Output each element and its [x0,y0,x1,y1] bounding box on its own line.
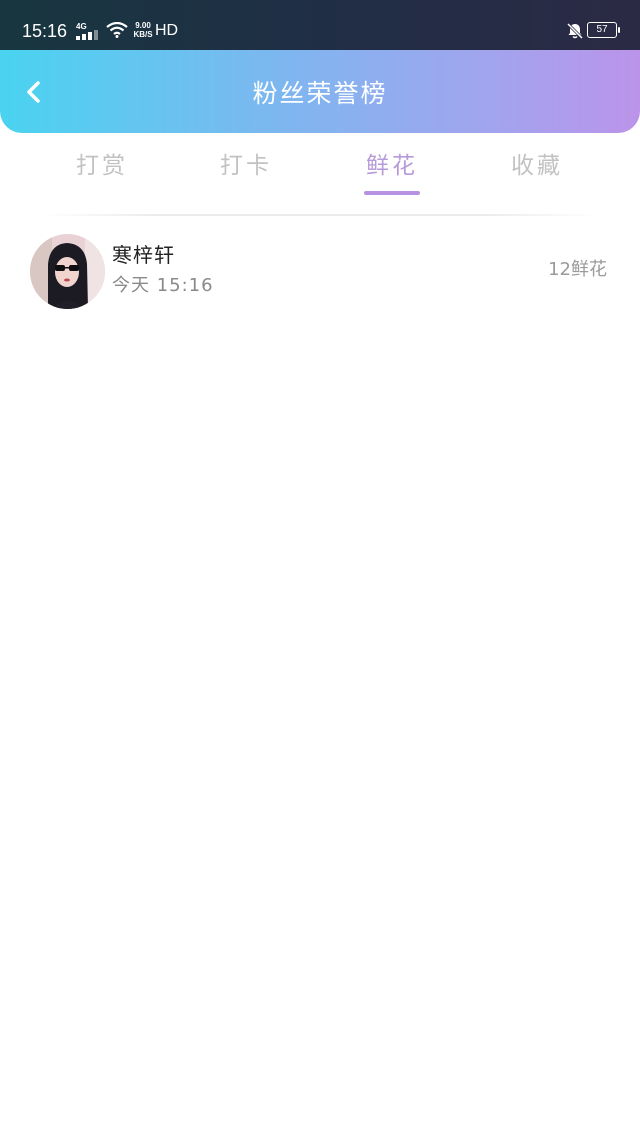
status-bar: 15:16 4G 9.00 KB/S HD 57 [0,0,640,50]
tab-label: 鲜花 [366,153,418,179]
battery-level: 57 [596,24,608,35]
tab-checkin[interactable]: 打卡 [181,140,311,200]
divider [40,214,600,216]
page-title: 粉丝荣誉榜 [252,79,388,108]
cellular-signal-icon: 4G [76,20,100,40]
status-time: 15:16 [22,21,68,41]
tab-label: 打卡 [220,153,272,179]
wifi-icon [106,22,128,38]
tab-favorites[interactable]: 收藏 [472,140,602,200]
speed-unit: KB/S [133,30,153,39]
list-item-time: 今天 15:16 [112,275,214,296]
tab-bar: 打赏 打卡 鲜花 收藏 [0,140,640,200]
speed-value: 9.00 [135,21,151,30]
avatar [30,234,105,309]
app-header: 粉丝荣誉榜 [0,50,640,133]
tab-label: 打赏 [76,153,128,179]
tab-flowers[interactable]: 鲜花 [327,140,457,200]
network-speed: 9.00 KB/S [131,21,155,39]
tab-reward[interactable]: 打赏 [37,140,167,200]
list-item[interactable]: 寒梓轩 今天 15:16 12鲜花 [0,226,640,316]
tab-label: 收藏 [511,153,563,179]
hd-label: HD [155,22,179,39]
battery-icon: 57 [587,22,620,38]
tab-active-underline [364,191,420,195]
bell-muted-icon [566,22,584,40]
list-item-count: 12鲜花 [548,259,607,280]
list-item-name: 寒梓轩 [112,243,175,267]
avatar-image [30,234,105,309]
